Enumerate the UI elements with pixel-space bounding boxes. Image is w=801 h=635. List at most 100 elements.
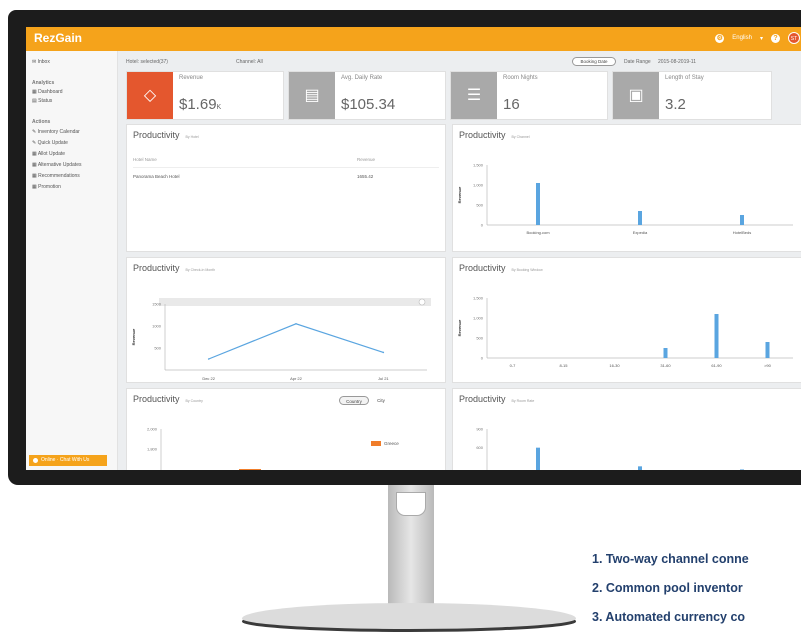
sidebar-item-alternative-updates[interactable]: ▦ Alternative Updates (32, 162, 81, 168)
legend-swatch (371, 441, 381, 446)
chart-booking-window: 0 500 1,000 1,500 Revenue 0-7 8-15 16-30 31-60 61… (457, 296, 793, 368)
chat-icon (33, 458, 38, 463)
y-tick-label: 1,000 (473, 316, 484, 321)
filter-bar: Hotel: selected(37) Channel: All Booking… (126, 57, 801, 69)
chart-bar (765, 342, 770, 358)
panel-title: Productivity By Hotel (133, 130, 199, 140)
sidebar-item-promotion[interactable]: ▦ Promotion (32, 184, 61, 190)
y-tick-label: 1,000 (473, 183, 484, 188)
x-tick-label: Apr 22 (290, 376, 303, 381)
chart-bar (663, 348, 668, 358)
language-selector[interactable]: English (732, 35, 752, 41)
avatar[interactable]: ST (788, 32, 800, 44)
chart-channel: 0 500 1,000 1,500 Revenue Booking.com Expedia H… (457, 163, 793, 235)
database-icon: ☰ (451, 72, 497, 119)
sidebar-section-analytics: Analytics (32, 80, 55, 86)
help-icon[interactable]: ? (771, 33, 780, 43)
sidebar-item-status[interactable]: ▤ Status (32, 98, 52, 104)
y-axis-label: Revenue (457, 186, 462, 203)
x-tick-label: 8-15 (559, 363, 568, 368)
panel-productivity-by-booking-window: Productivity By Booking Window 0 500 1,000 1… (452, 257, 801, 383)
x-tick-label: >90 (764, 363, 772, 368)
chevron-down-icon[interactable]: ▾ (760, 35, 763, 42)
sidebar-item-recommendations[interactable]: ▦ Recommendations (32, 173, 80, 179)
y-tick-label: 1,800 (147, 447, 158, 452)
x-tick-label: Booking.com (526, 230, 550, 235)
divider (133, 167, 439, 168)
chart-bar (638, 211, 642, 225)
chart-checkin-month: 500 1000 1500 Revenue Dec 22 Apr 22 Jul 21 (131, 298, 431, 381)
panel-productivity-by-checkin-month: Productivity By Check-in Month 500 1000 150… (126, 257, 446, 383)
chart-bar (638, 466, 642, 470)
legend-label: Greece (384, 441, 399, 446)
y-tick-label: 600 (476, 445, 483, 450)
chart-line (208, 323, 384, 360)
y-axis-label: Revenue (457, 319, 462, 336)
chart-bar (714, 314, 719, 358)
app-logo[interactable]: RezGain (34, 31, 82, 45)
zoom-handle (418, 298, 426, 306)
date-range-picker[interactable]: 2015-08-2019-11 (658, 59, 696, 65)
feature-bullet: 2. Common pool inventor (592, 581, 743, 595)
top-bar: RezGain ⚙ English ▾ ? ST (26, 27, 801, 51)
panel-productivity-by-room-rate: Productivity By Room Rate 600 900 (452, 388, 801, 470)
y-tick-label: 500 (476, 203, 483, 208)
feature-bullet: 3. Automated currency co (592, 610, 746, 624)
sidebar-item-allot-update[interactable]: ▦ Allot Update (32, 151, 65, 157)
table-cell-hotel: Panorama Beach Hotel (133, 174, 180, 179)
sidebar-item-dashboard[interactable]: ▦ Dashboard (32, 89, 63, 95)
x-tick-label: Expedia (633, 230, 648, 235)
chat-button[interactable]: Online · Chat With Us (29, 455, 107, 466)
sidebar-item-inbox[interactable]: ✉ Inbox (32, 59, 50, 65)
kpi-label: Room Nights (503, 75, 538, 81)
chart-bar (740, 215, 744, 225)
kpi-value: 3.2 (665, 96, 686, 113)
y-tick-label: 1,500 (473, 163, 484, 168)
column-header-hotel[interactable]: Hotel Name (133, 157, 157, 162)
y-tick-label: 900 (476, 427, 483, 432)
kpi-value: $105.34 (341, 96, 396, 113)
kpi-card-revenue[interactable]: ◇ Revenue $1.69K (126, 71, 284, 120)
y-tick-label: 500 (476, 336, 483, 341)
chart-bar (536, 183, 540, 225)
y-tick-label: 2,000 (147, 427, 158, 432)
y-tick-label: 0 (481, 356, 484, 361)
column-header-revenue[interactable]: Revenue (357, 157, 375, 162)
screen: RezGain ⚙ English ▾ ? ST ✉ Inbox Analyti… (26, 27, 801, 470)
chart-room-rate: 600 900 (476, 427, 744, 470)
chart-country: 1,4001,8002,000Greece (147, 427, 399, 470)
y-axis-label: Revenue (131, 328, 136, 345)
sidebar-section-actions: Actions (32, 119, 51, 125)
chart-bar (536, 447, 540, 470)
sidebar: ✉ Inbox Analytics ▦ Dashboard ▤ Status A… (26, 51, 118, 470)
kpi-label: Revenue (179, 75, 204, 81)
sidebar-item-quick-update[interactable]: ✎ Quick Update (32, 140, 68, 146)
x-tick-label: 16-30 (609, 363, 620, 368)
kpi-label: Length of Stay (665, 75, 704, 81)
booking-date-dropdown[interactable]: Booking Date (572, 57, 616, 66)
x-tick-label: 31-60 (660, 363, 671, 368)
kpi-label: Avg. Daily Rate (341, 75, 383, 81)
x-tick-label: Jul 21 (378, 376, 389, 381)
x-tick-label: 61-90 (711, 363, 722, 368)
hotel-filter[interactable]: Hotel: selected(37) (126, 59, 168, 65)
table-cell-revenue: 1655.42 (357, 174, 374, 179)
channel-filter[interactable]: Channel: All (236, 59, 263, 65)
y-tick-label: 1500 (152, 302, 162, 307)
panel-productivity-by-hotel: Productivity By Hotel Hotel Name Revenue … (126, 124, 446, 252)
y-tick-label: 1,500 (473, 296, 484, 301)
feature-bullet: 1. Two-way channel conne (592, 552, 749, 566)
x-tick-label: Dec 22 (202, 376, 215, 381)
chart-bar (239, 469, 261, 470)
kpi-card-adr[interactable]: ▤ Avg. Daily Rate $105.34 (288, 71, 446, 120)
kpi-card-length-of-stay[interactable]: ▣ Length of Stay 3.2 (612, 71, 772, 120)
kpi-card-room-nights[interactable]: ☰ Room Nights 16 (450, 71, 608, 120)
y-tick-label: 1000 (152, 324, 162, 329)
panel-productivity-by-channel: Productivity By Channel 0 500 1,000 1,500 Rev… (452, 124, 801, 252)
sidebar-item-inventory-calendar[interactable]: ✎ Inventory Calendar (32, 129, 80, 135)
chart-point (295, 323, 297, 325)
x-tick-label: HotelBeds (733, 230, 751, 235)
settings-icon[interactable]: ⚙ (715, 33, 725, 43)
date-range-label: Date Range (624, 59, 651, 65)
kpi-value: 16 (503, 96, 520, 113)
